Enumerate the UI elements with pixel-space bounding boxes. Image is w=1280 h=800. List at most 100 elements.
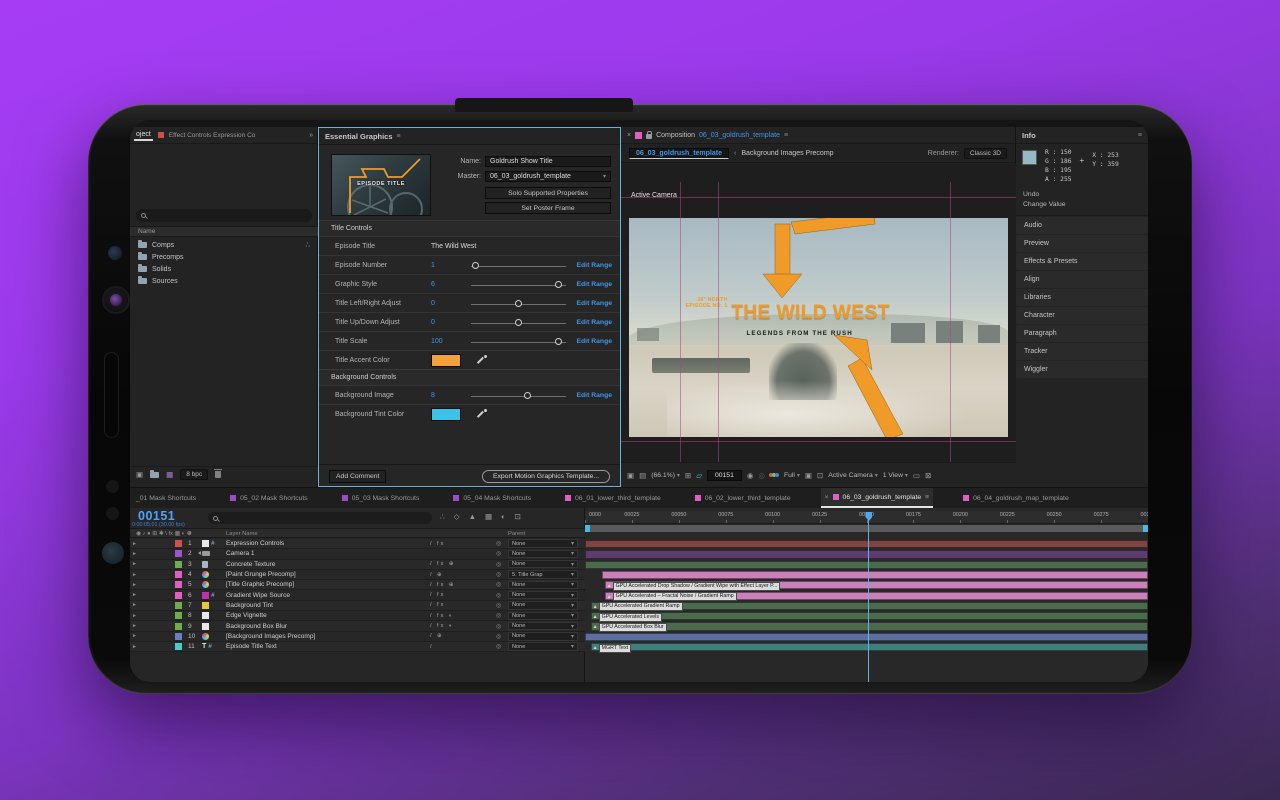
eg-slider[interactable] [471,304,566,305]
panel-menu-icon[interactable]: ≡ [784,132,788,139]
twirl-icon[interactable]: ► [132,613,137,619]
edit-range-link[interactable]: Edit Range [577,281,613,288]
parent-column-header[interactable]: Parent [508,531,525,537]
layer-switches[interactable]: / ⊕ [430,572,444,578]
eg-text-value[interactable]: The Wild West [431,243,476,250]
3d-view-select[interactable]: Active Camera ▾ [828,472,877,479]
layer-name[interactable]: Concrete Texture [226,561,275,568]
work-area-start-handle[interactable] [585,525,590,532]
panel-tab-character[interactable]: Character [1016,307,1148,324]
timeline-tab-06-03-goldrush-template[interactable]: ×06_03_goldrush_template≡ [821,488,934,508]
timeline-tab-06-04-goldrush-map-template[interactable]: 06_04_goldrush_map_template [959,488,1073,508]
tab-overflow-icon[interactable]: » [309,132,313,139]
parent-pickwhip-icon[interactable]: ◎ [496,643,501,650]
layer-row-2[interactable]: ►2Camera 1◎None▾ [130,549,585,559]
eg-value[interactable]: 8 [431,392,435,399]
region-of-interest-icon[interactable]: ▱ [696,471,702,480]
eg-control-row[interactable]: Background Image8Edit Range [319,385,620,404]
layer-switches[interactable]: / fx ◐ [430,623,454,629]
twirl-icon[interactable]: ► [132,592,137,598]
renderer-value-button[interactable]: Classic 3D [964,148,1007,159]
new-composition-icon[interactable]: ▦ [166,470,173,479]
bit-depth-button[interactable]: 8 bpc [180,469,208,480]
parent-select[interactable]: None▾ [508,591,578,599]
parent-pickwhip-icon[interactable]: ◎ [496,581,501,588]
project-item-precomps[interactable]: Precomps [130,251,318,263]
layer-row-7[interactable]: ►7Background Tint/ fx◎None▾ [130,601,585,611]
layer-label-swatch[interactable] [175,540,182,547]
eg-control-row[interactable]: Episode Number1Edit Range [319,255,620,274]
layer-name[interactable]: Edge Vignette [226,612,267,619]
parent-pickwhip-icon[interactable]: ◎ [496,540,501,547]
parent-pickwhip-icon[interactable]: ◎ [496,550,501,557]
transparency-grid-icon[interactable]: ⊡ [817,471,823,480]
layer-bar-row[interactable] [585,560,1148,570]
panel-tab-effects-presets[interactable]: Effects & Presets [1016,253,1148,270]
timeline-tab-06-01-lower-third-template[interactable]: 06_01_lower_third_template [561,488,665,508]
tab-effect-controls[interactable]: Effect Controls Expression Co [169,132,256,139]
timeline-tab-06-02-lower-third-template[interactable]: 06_02_lower_third_template [691,488,795,508]
layer-name[interactable]: Expression Controls [226,540,284,547]
eg-control-row[interactable]: Title Left/Right Adjust0Edit Range [319,293,620,312]
eg-slider-knob[interactable] [472,262,479,269]
layer-bar-row[interactable] [585,549,1148,559]
layer-switches[interactable]: / fx ◐ [430,613,454,619]
eg-value[interactable]: 0 [431,319,435,326]
parent-pickwhip-icon[interactable]: ◎ [496,602,501,609]
eg-slider-knob[interactable] [515,319,522,326]
layer-row-11[interactable]: ►11T#Episode Title Text/◎None▾ [130,642,585,652]
expand-icon[interactable]: ▲ [593,624,598,630]
edit-range-link[interactable]: Edit Range [577,300,613,307]
layer-duration-bar[interactable] [585,561,1148,569]
eg-control-row[interactable]: Title Scale100Edit Range [319,331,620,350]
layer-name[interactable]: [Title Graphic Precomp] [226,581,294,588]
exposure-icon[interactable]: ⊠ [925,471,931,480]
work-area-end-handle[interactable] [1143,525,1148,532]
panel-tab-paragraph[interactable]: Paragraph [1016,325,1148,342]
current-time-display[interactable]: 00151 [138,509,175,523]
eg-slider-knob[interactable] [515,300,522,307]
layer-name[interactable]: [Paint Grunge Precomp] [226,571,296,578]
layer-bar-row[interactable]: ▲GPU Accelerated Levels [585,611,1148,621]
twirl-icon[interactable]: ► [132,602,137,608]
layer-bar-row[interactable] [585,570,1148,580]
parent-select[interactable]: None▾ [508,642,578,650]
eg-control-row[interactable]: Graphic Style6Edit Range [319,274,620,293]
twirl-icon[interactable]: ► [132,572,137,578]
layer-row-8[interactable]: ►8Edge Vignette/ fx ◐◎None▾ [130,611,585,621]
view-layout-select[interactable]: 1 View ▾ [883,472,908,479]
eyedropper-icon[interactable] [477,355,487,365]
panel-menu-icon[interactable]: ≡ [397,133,401,140]
expand-icon[interactable]: ▲ [607,583,612,589]
eg-slider-knob[interactable] [555,338,562,345]
resolution-select[interactable]: Full ▾ [784,472,800,479]
draft-3d-icon[interactable]: ◇ [454,512,460,521]
layer-name[interactable]: Background Box Blur [226,623,287,630]
layer-switches[interactable]: / ⊕ [430,633,444,639]
layer-name[interactable]: Gradient Wipe Source [226,592,290,599]
comp-mini-flowchart-icon[interactable]: ∴ [440,512,445,521]
layer-switches[interactable]: / fx ⊕ [430,561,455,567]
layer-name[interactable]: [Background Images Precomp] [226,633,315,640]
eg-control-row[interactable]: Episode TitleThe Wild West [319,236,620,255]
project-item-solids[interactable]: Solids [130,263,318,275]
timeline-tab-05-04-Mask-Shortcuts[interactable]: 05_04 Mask Shortcuts [449,488,535,508]
timeline-tab-05-03-Mask-Shortcuts[interactable]: 05_03 Mask Shortcuts [338,488,424,508]
layer-row-9[interactable]: ►9Background Box Blur/ fx ◐◎None▾ [130,621,585,631]
channel-icon[interactable] [770,473,779,477]
layer-row-5[interactable]: ►5[Title Graphic Precomp]/ fx ⊕◎None▾ [130,580,585,590]
frame-blend-icon[interactable]: ▦ [485,512,492,521]
composition-viewer[interactable]: Active Camera [621,164,1016,462]
set-poster-frame-button[interactable]: Set Poster Frame [485,202,611,214]
layer-label-swatch[interactable] [175,561,182,568]
layer-row-4[interactable]: ►4[Paint Grunge Precomp]/ ⊕◎5. Title Gra… [130,570,585,580]
add-comment-button[interactable]: Add Comment [329,470,386,483]
timeline-tab--01-Mask-Shortcuts[interactable]: _01 Mask Shortcuts [132,488,200,508]
eg-value[interactable]: 1 [431,262,435,269]
layer-switches[interactable]: / fx [430,541,445,547]
eg-slider[interactable] [471,323,566,324]
twirl-icon[interactable]: ► [132,541,137,547]
edit-range-link[interactable]: Edit Range [577,262,613,269]
layer-switches[interactable]: / fx ⊕ [430,582,455,588]
playhead-line[interactable] [868,512,869,682]
